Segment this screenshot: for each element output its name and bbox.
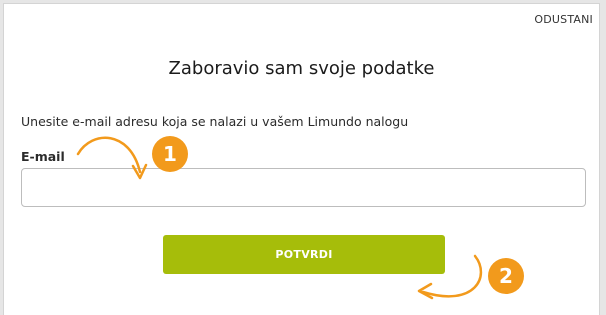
dialog-title: Zaboravio sam svoje podatke [168,58,435,79]
instruction-text: Unesite e-mail adresu koja se nalazi u v… [21,114,409,129]
step-2-badge: 2 [488,258,524,294]
submit-button[interactable]: POTVRDI [163,235,445,274]
email-label: E-mail [21,149,65,164]
curved-arrow-icon [417,254,483,300]
curved-arrow-icon [76,136,148,180]
step-1-badge: 1 [152,136,188,172]
cancel-link[interactable]: ODUSTANI [534,13,593,26]
